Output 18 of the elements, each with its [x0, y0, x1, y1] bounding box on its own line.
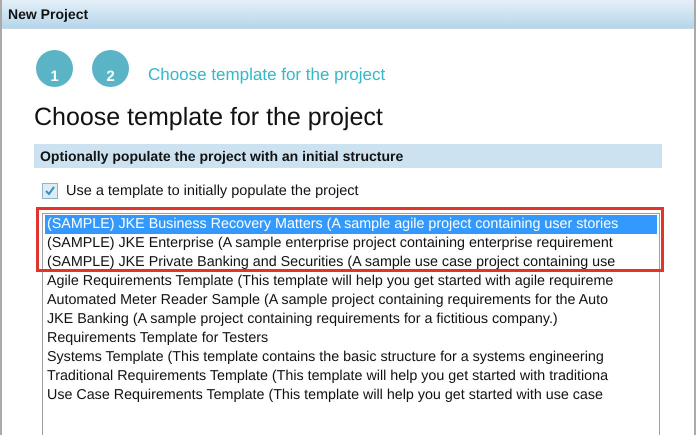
step-number: 2	[92, 50, 129, 87]
page-heading: Choose template for the project	[34, 103, 384, 132]
template-item[interactable]: (SAMPLE) JKE Private Banking and Securities (A sample use case project containing use	[45, 253, 657, 272]
template-item[interactable]: (SAMPLE) JKE Enterprise (A sample enterprise project containing enterprise requirement	[45, 234, 657, 253]
template-list[interactable]	[42, 213, 660, 435]
template-item[interactable]: Systems Template (This template contains the basic structure for a systems engineering	[45, 348, 657, 367]
checkbox[interactable]	[42, 183, 58, 199]
section-title: Optionally populate the project with an initial structure	[40, 148, 404, 164]
step-label: Choose template for the project	[148, 65, 386, 85]
template-item[interactable]: Use Case Requirements Template (This template will help you get started with use case	[45, 386, 657, 405]
checkbox-label[interactable]: Use a template to initially populate the project	[66, 183, 359, 199]
template-item[interactable]: Agile Requirements Template (This template will help you get started with agile requireme	[45, 272, 657, 291]
step-number: 1	[36, 50, 73, 87]
template-item[interactable]: Automated Meter Reader Sample (A sample project containing requirements for the Auto	[45, 291, 657, 310]
window-title: New Project	[8, 6, 88, 22]
template-item[interactable]: Traditional Requirements Template (This template will help you get started with traditiona	[45, 367, 657, 386]
template-item[interactable]: JKE Banking (A sample project containing requirements for a fictitious company.)	[45, 310, 657, 329]
template-item[interactable]: Requirements Template for Testers	[45, 329, 657, 348]
